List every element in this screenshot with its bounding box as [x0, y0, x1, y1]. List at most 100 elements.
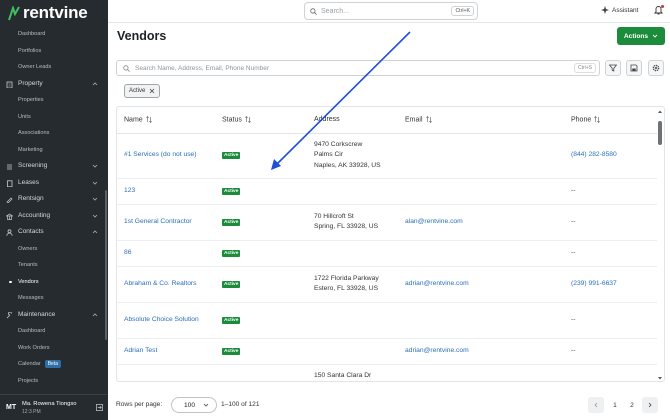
actions-button[interactable]: Actions — [617, 27, 665, 45]
chevron-up-icon[interactable] — [92, 229, 98, 235]
email-link[interactable]: adrian@rentvine.com — [398, 338, 564, 365]
sidebar-item-dashboard[interactable]: Dashboard — [0, 323, 104, 340]
table-row[interactable]: Abraham & Co. Realtors Active 1722 Florida… — [117, 266, 657, 303]
table-scrollbar[interactable] — [657, 109, 663, 381]
sidebar-section-accounting[interactable]: Accounting — [0, 208, 104, 225]
sidebar-item-vendors[interactable]: Vendors — [0, 274, 104, 291]
phone-cell: -- — [564, 302, 657, 339]
brand-name: rentvine — [23, 3, 88, 22]
sidebar-item-properties[interactable]: Properties — [0, 92, 104, 109]
vendor-name-link[interactable] — [117, 364, 215, 381]
email-link[interactable]: adrian@rentvine.com — [398, 266, 564, 303]
assistant-button[interactable]: Assistant — [601, 6, 638, 14]
filter-chip-active[interactable]: Active — [124, 84, 161, 98]
table-row[interactable]: 123 Active -- — [117, 178, 657, 205]
sort-icon[interactable] — [145, 116, 152, 124]
vendor-name-link[interactable]: #1 Services (do not use) — [117, 133, 215, 179]
global-search-input[interactable]: Search... Ctrl+K — [304, 2, 478, 20]
search-icon — [310, 7, 317, 15]
vendor-name-link[interactable]: 86 — [117, 240, 215, 267]
sort-icon[interactable] — [594, 116, 601, 124]
brand-logo[interactable]: rentvine — [0, 0, 108, 26]
phone-cell[interactable]: (239) 991-6637 — [564, 266, 657, 303]
sidebar-item-label: Associations — [18, 130, 50, 136]
table-row[interactable]: 86 Active -- — [117, 240, 657, 267]
page-button-2[interactable]: 2 — [624, 397, 640, 413]
sidebar-item-label: Portfolios — [18, 47, 42, 54]
chevron-down-icon[interactable] — [92, 180, 98, 186]
close-icon[interactable] — [149, 88, 155, 94]
phone-cell[interactable]: (844) 282-8580 — [564, 133, 657, 179]
chevron-down-icon[interactable] — [92, 196, 98, 202]
chevron-up-icon[interactable] — [92, 312, 98, 318]
sidebar-section-label: Leases — [18, 178, 39, 186]
sidebar-section-label: Contacts — [18, 228, 44, 235]
vendor-name-link[interactable]: Adrian Test — [117, 338, 215, 365]
table-row[interactable]: Absolute Choice Solution Active -- — [117, 302, 657, 339]
table-scrollbar-thumb[interactable] — [658, 121, 662, 145]
sidebar-item-dashboard[interactable]: Dashboard — [0, 26, 104, 43]
sidebar-section-property[interactable]: Property — [0, 76, 104, 93]
avatar: MT — [6, 404, 17, 411]
sort-icon[interactable] — [244, 116, 251, 124]
sidebar-item-owners[interactable]: Owners — [0, 241, 104, 258]
email-link[interactable]: alan@rentvine.com — [398, 204, 564, 241]
vendor-name-link[interactable]: Absolute Choice Solution — [117, 302, 215, 339]
sort-icon[interactable] — [425, 116, 432, 124]
vendor-search-input[interactable]: Search Name, Address, Email, Phone Numbe… — [116, 60, 600, 76]
page-button-1[interactable]: 1 — [607, 397, 623, 413]
sidebar-item-label: Dashboard — [18, 31, 46, 37]
sidebar-section-contacts[interactable]: Contacts — [0, 224, 104, 241]
sidebar-scrollbar[interactable] — [105, 190, 107, 340]
sidebar-section-screening[interactable]: Screening — [0, 158, 104, 175]
sidebar-section-rentsign[interactable]: Rentsign — [0, 191, 104, 208]
column-header-status[interactable]: Status — [215, 107, 307, 134]
address-line: Estero, FL 33928, US — [314, 285, 379, 292]
table-row[interactable]: #1 Services (do not use) Active 9470 Corks… — [117, 133, 657, 179]
vendor-search-placeholder: Search Name, Address, Email, Phone Numbe… — [135, 64, 270, 72]
user-profile[interactable]: MT Ma. Rowena Tiongso 12:3 PM — [0, 394, 108, 420]
bank-icon — [6, 213, 13, 220]
chevron-down-icon[interactable] — [92, 163, 98, 169]
scroll-up-icon[interactable] — [657, 109, 663, 115]
vendor-name-link[interactable]: Abraham & Co. Realtors — [117, 266, 215, 303]
status-badge: Active — [222, 316, 241, 324]
sidebar-section-leases[interactable]: Leases — [0, 175, 104, 192]
phone-cell: -- — [564, 178, 657, 205]
sidebar-item-projects[interactable]: Projects — [0, 373, 104, 390]
next-page-button[interactable] — [642, 397, 658, 413]
status-badge: Active — [222, 347, 241, 355]
sidebar-item-portfolios[interactable]: Portfolios — [0, 43, 104, 60]
table-row[interactable]: 150 Santa Clara Dr — [117, 364, 657, 381]
save-view-button[interactable] — [626, 60, 642, 76]
scroll-down-icon[interactable] — [657, 375, 663, 381]
sidebar-item-owner-leads[interactable]: Owner Leads — [0, 59, 104, 76]
phone-cell: -- — [564, 204, 657, 241]
table-row[interactable]: Adrian Test Active adrian@rentvine.com -- — [117, 338, 657, 365]
sidebar-section-maintenance[interactable]: Maintenance — [0, 307, 104, 324]
filter-button[interactable] — [605, 60, 621, 76]
notifications-button[interactable] — [653, 5, 664, 17]
previous-page-button[interactable] — [588, 397, 604, 413]
sidebar-item-messages[interactable]: Messages — [0, 290, 104, 307]
vendor-name-link[interactable]: 123 — [117, 178, 215, 205]
vendor-name-link[interactable]: 1st General Contractor — [117, 204, 215, 241]
sidebar-item-marketing[interactable]: Marketing — [0, 142, 104, 159]
table-row[interactable]: 1st General Contractor Active 70 Hillcroft… — [117, 204, 657, 241]
address-cell — [307, 338, 398, 365]
sidebar-item-work-orders[interactable]: Work Orders — [0, 340, 104, 357]
settings-button[interactable] — [648, 60, 664, 76]
sidebar-item-tenants[interactable]: Tenants — [0, 257, 104, 274]
address-line: 70 Hillcroft St — [314, 212, 354, 220]
sidebar-item-units[interactable]: Units — [0, 109, 104, 126]
chevron-down-icon[interactable] — [92, 213, 98, 219]
building-icon — [6, 81, 13, 88]
column-header-email[interactable]: Email — [398, 107, 564, 134]
logout-icon[interactable] — [96, 404, 103, 411]
sidebar-item-associations[interactable]: Associations — [0, 125, 104, 142]
rows-per-page-select[interactable]: 100 — [171, 397, 217, 413]
chevron-up-icon[interactable] — [92, 81, 98, 87]
column-header-phone[interactable]: Phone — [564, 107, 657, 134]
sidebar-item-calendar[interactable]: Calendar Beta — [0, 356, 104, 373]
column-header-name[interactable]: Name — [117, 107, 215, 134]
